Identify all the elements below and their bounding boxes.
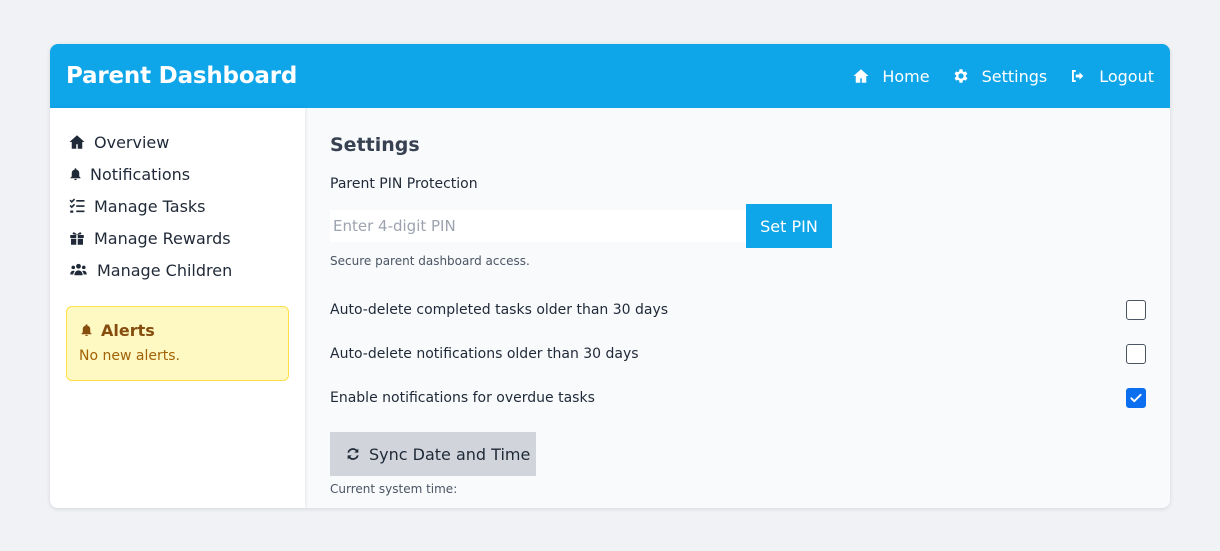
sync-date-time-button[interactable]: Sync Date and Time	[330, 432, 536, 476]
nav-logout-label: Logout	[1099, 66, 1154, 86]
pin-label: Parent PIN Protection	[330, 176, 478, 192]
option-row-delete-tasks: Auto-delete completed tasks older than 3…	[330, 288, 1146, 332]
nav-settings-link[interactable]: Settings	[952, 66, 1048, 86]
home-icon	[69, 135, 85, 149]
sidebar-item-label: Manage Tasks	[94, 196, 206, 216]
sidebar: Overview Notifications Manage Tasks Mana…	[50, 108, 305, 508]
gear-icon	[954, 69, 968, 83]
sidebar-item-label: Manage Rewards	[94, 228, 231, 248]
settings-panel: Settings Parent PIN Protection Set PIN S…	[305, 108, 1170, 508]
option-label: Auto-delete completed tasks older than 3…	[330, 302, 669, 318]
gift-icon	[70, 232, 84, 245]
option-row-delete-notifications: Auto-delete notifications older than 30 …	[330, 332, 1146, 376]
option-label: Auto-delete notifications older than 30 …	[330, 346, 639, 362]
home-icon	[853, 69, 869, 83]
alerts-box: Alerts No new alerts.	[66, 306, 289, 381]
option-label: Enable notifications for overdue tasks	[330, 390, 595, 406]
sync-button-label: Sync Date and Time	[369, 444, 531, 464]
app-window: Parent Dashboard Home Settings Logout Ov…	[50, 44, 1170, 508]
users-icon	[70, 263, 87, 276]
sidebar-item-manage-tasks[interactable]: Manage Tasks	[66, 190, 289, 222]
nav-logout-link[interactable]: Logout	[1069, 67, 1154, 86]
set-pin-button[interactable]: Set PIN	[746, 204, 832, 248]
task-list-icon	[69, 198, 85, 213]
bell-icon	[70, 167, 81, 180]
sidebar-item-overview[interactable]: Overview	[66, 126, 289, 158]
sidebar-item-notifications[interactable]: Notifications	[66, 158, 289, 190]
content-area: Overview Notifications Manage Tasks Mana…	[50, 108, 1170, 508]
sidebar-item-label: Notifications	[90, 164, 191, 184]
checkmark-icon	[1130, 393, 1142, 403]
nav-home-link[interactable]: Home	[852, 66, 930, 86]
system-time-label: Current system time:	[330, 482, 458, 496]
overdue-notifications-checkbox[interactable]	[1126, 388, 1146, 408]
nav-home-label: Home	[882, 66, 930, 86]
option-row-overdue: Enable notifications for overdue tasks	[330, 376, 1146, 420]
alerts-title: Alerts	[101, 321, 155, 340]
refresh-icon	[347, 448, 359, 460]
sidebar-item-label: Overview	[94, 132, 170, 152]
bell-icon	[81, 324, 92, 337]
sidebar-item-manage-children[interactable]: Manage Children	[66, 254, 289, 286]
options-list: Auto-delete completed tasks older than 3…	[330, 288, 1146, 420]
auto-delete-notifications-checkbox[interactable]	[1126, 344, 1146, 364]
app-title: Parent Dashboard	[66, 63, 298, 89]
sidebar-item-label: Manage Children	[97, 260, 233, 280]
logout-icon	[1072, 70, 1084, 82]
alerts-text: No new alerts.	[79, 348, 180, 364]
pin-input[interactable]	[330, 210, 746, 242]
alerts-title-row: Alerts	[79, 321, 276, 340]
pin-help-text: Secure parent dashboard access.	[330, 254, 530, 268]
auto-delete-tasks-checkbox[interactable]	[1126, 300, 1146, 320]
top-nav: Home Settings Logout	[852, 67, 1154, 86]
pin-row: Set PIN	[330, 204, 1146, 248]
sidebar-item-manage-rewards[interactable]: Manage Rewards	[66, 222, 289, 254]
header-bar: Parent Dashboard Home Settings Logout	[50, 44, 1170, 108]
nav-settings-label: Settings	[981, 66, 1048, 86]
page-title: Settings	[330, 134, 420, 156]
